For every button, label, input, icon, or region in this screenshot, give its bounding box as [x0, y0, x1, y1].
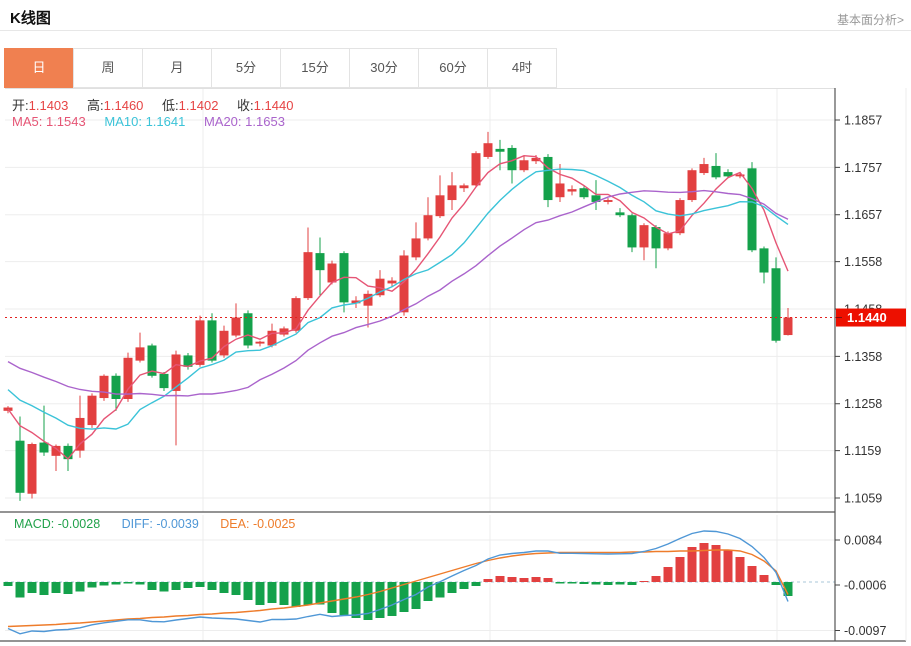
chart-canvas[interactable]: 1.18571.17571.16571.15581.14581.13581.12… [0, 88, 911, 646]
ma10-value: 1.1641 [146, 114, 186, 129]
svg-text:1.1440: 1.1440 [847, 310, 887, 325]
tab-day[interactable]: 日 [4, 48, 74, 88]
diff-value: -0.0039 [156, 517, 198, 531]
page-title: K线图 [10, 7, 51, 28]
high-label: 高: [87, 98, 104, 113]
svg-text:1.1657: 1.1657 [844, 208, 882, 222]
macd-label: MACD: [14, 517, 54, 531]
tab-4hour[interactable]: 4时 [487, 48, 557, 88]
low-label: 低: [162, 98, 179, 113]
open-value: 1.1403 [29, 98, 69, 113]
tab-60min[interactable]: 60分 [418, 48, 488, 88]
close-label: 收: [237, 98, 254, 113]
tab-week[interactable]: 周 [73, 48, 143, 88]
kline-chart[interactable]: 开:1.1403 高:1.1460 低:1.1402 收:1.1440 MA5:… [0, 88, 911, 646]
header: K线图 基本面分析> [0, 0, 911, 31]
ohlc-legend: 开:1.1403 高:1.1460 低:1.1402 收:1.1440 [12, 95, 308, 114]
axes: 1.18571.17571.16571.15581.14581.13581.12… [0, 88, 906, 641]
ma5-line [8, 156, 788, 459]
ma5-value: 1.1543 [46, 114, 86, 129]
fundamental-analysis-link[interactable]: 基本面分析> [837, 11, 904, 28]
svg-text:0.0084: 0.0084 [844, 534, 882, 548]
svg-text:1.1358: 1.1358 [844, 350, 882, 364]
svg-text:1.1857: 1.1857 [844, 114, 882, 128]
dea-value: -0.0025 [253, 517, 295, 531]
tab-month[interactable]: 月 [142, 48, 212, 88]
current-price-marker: 1.1440 [5, 309, 906, 327]
dea-line [8, 550, 788, 627]
tab-5min[interactable]: 5分 [211, 48, 281, 88]
svg-text:1.1059: 1.1059 [844, 492, 882, 506]
macd-legend: MACD: -0.0028 DIFF: -0.0039 DEA: -0.0025 [14, 517, 313, 531]
open-label: 开: [12, 98, 29, 113]
svg-text:-0.0097: -0.0097 [844, 624, 886, 638]
dea-label: DEA: [220, 517, 249, 531]
svg-text:1.1258: 1.1258 [844, 397, 882, 411]
ma20-value: 1.1653 [245, 114, 285, 129]
ma-legend: MA5: 1.1543 MA10: 1.1641 MA20: 1.1653 [12, 114, 300, 129]
diff-label: DIFF: [122, 517, 153, 531]
svg-text:1.1159: 1.1159 [844, 444, 881, 458]
kline-page: K线图 基本面分析> 日 周 月 5分 15分 30分 60分 4时 开:1.1… [0, 0, 911, 646]
tab-30min[interactable]: 30分 [349, 48, 419, 88]
ma5-label: MA5: [12, 114, 42, 129]
tab-15min[interactable]: 15分 [280, 48, 350, 88]
ma20-label: MA20: [204, 114, 242, 129]
macd-value: -0.0028 [58, 517, 100, 531]
svg-text:1.1757: 1.1757 [844, 161, 882, 175]
low-value: 1.1402 [179, 98, 219, 113]
macd-plot [4, 531, 836, 634]
ma10-label: MA10: [104, 114, 142, 129]
svg-text:-0.0006: -0.0006 [844, 579, 886, 593]
candlestick-plot [4, 132, 793, 501]
period-tabs: 日 周 月 5分 15分 30分 60分 4时 [5, 48, 557, 88]
svg-text:1.1558: 1.1558 [844, 255, 882, 269]
high-value: 1.1460 [104, 98, 144, 113]
close-value: 1.1440 [254, 98, 294, 113]
